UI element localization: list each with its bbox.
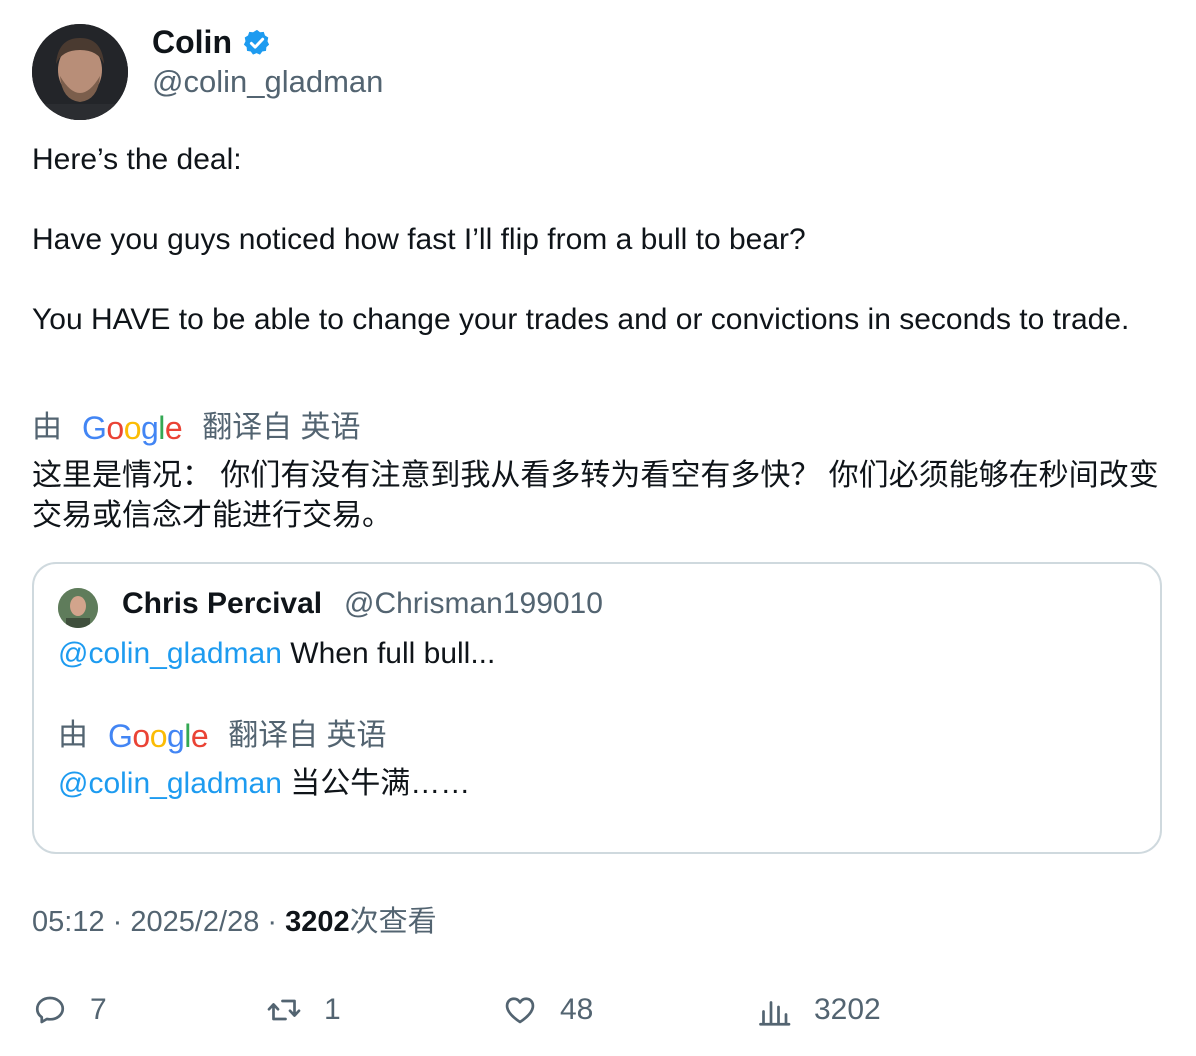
meta-separator-2: · [259, 906, 286, 938]
author-handle[interactable]: @colin_gladman [152, 62, 383, 102]
like-button[interactable]: 48 [502, 988, 593, 1032]
heart-icon [505, 997, 535, 1024]
quoted-google-logo-icon: Google [108, 718, 209, 754]
views-action-count: 3202 [814, 993, 881, 1026]
views-count: 3202 [285, 906, 350, 938]
quoted-tweet[interactable]: Chris Percival @Chrisman199010 @colin_gl… [32, 562, 1162, 854]
quoted-author-handle[interactable]: @Chrisman199010 [344, 584, 603, 624]
tweet-time[interactable]: 05:12 [32, 906, 105, 938]
views-label: 次查看 [349, 906, 437, 938]
reply-count: 7 [90, 993, 107, 1026]
action-bar: 7 1 48 3202 [0, 988, 1196, 1036]
author-name[interactable]: Colin [152, 22, 232, 62]
translation-attribution: 由 Google 翻译自 英语 [32, 408, 361, 448]
verified-badge-icon [242, 27, 272, 57]
translated-from-label: 翻译自 英语 [202, 411, 361, 444]
tweet-meta: 05:12 · 2025/2/28 · 3202次查看 [32, 902, 437, 942]
reply-icon [35, 996, 65, 1024]
quoted-author-name[interactable]: Chris Percival [122, 584, 322, 624]
tweet-date[interactable]: 2025/2/28 [130, 906, 259, 938]
quoted-translation-attribution: 由 Google 翻译自 英语 [58, 716, 387, 756]
author-name-row[interactable]: Colin [152, 22, 272, 62]
analytics-icon [759, 1001, 791, 1026]
reply-button[interactable]: 7 [32, 988, 107, 1032]
quoted-translated-text: @colin_gladman 当公牛满…… [58, 764, 470, 804]
retweet-button[interactable]: 1 [266, 988, 341, 1032]
quoted-translated-body: 当公牛满…… [281, 767, 471, 800]
translated-by-label: 由 [32, 411, 62, 444]
tweet-text: Here’s the deal: Have you guys noticed h… [32, 143, 1130, 336]
mention-link[interactable]: @colin_gladman [58, 637, 282, 670]
quoted-author-avatar[interactable] [58, 588, 98, 628]
google-logo-icon: Google [82, 410, 183, 446]
retweet-count: 1 [324, 993, 341, 1026]
translated-text: 这里是情况： 你们有没有注意到我从看多转为看空有多快？ 你们必须能够在秒间改变交… [32, 459, 1159, 532]
views-button[interactable]: 3202 [756, 988, 881, 1032]
quoted-translated-mention-link[interactable]: @colin_gladman [58, 767, 282, 800]
quoted-body: When full bull... [281, 637, 496, 670]
like-count: 48 [560, 993, 594, 1026]
author-avatar[interactable] [32, 24, 128, 120]
meta-separator: · [104, 906, 131, 938]
quoted-translated-by-label: 由 [58, 719, 88, 752]
quoted-translated-from-label: 翻译自 英语 [228, 719, 387, 752]
retweet-icon [267, 999, 301, 1021]
quoted-tweet-text: @colin_gladman When full bull... [58, 634, 495, 674]
